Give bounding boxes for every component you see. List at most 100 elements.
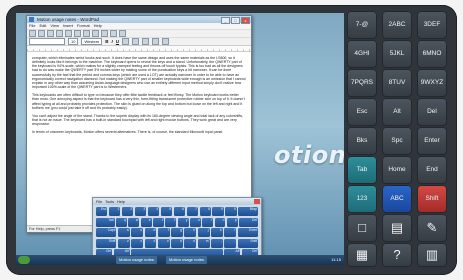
key-tab[interactable]: Tab: [347, 156, 377, 184]
align-right-icon[interactable]: [152, 38, 160, 45]
key-3def[interactable]: 3DEF: [417, 11, 447, 39]
menu-help[interactable]: Help: [94, 23, 102, 29]
maximize-button[interactable]: □: [231, 17, 240, 24]
osk-key[interactable]: s: [131, 228, 144, 237]
key-panel-icon[interactable]: ▥: [417, 243, 447, 267]
osk-key[interactable]: g: [171, 228, 183, 237]
menu-edit[interactable]: Edit: [39, 23, 46, 29]
key-pen-icon[interactable]: ✎: [417, 214, 447, 242]
paste-icon[interactable]: [101, 30, 108, 37]
osk-key[interactable]: y: [177, 217, 189, 227]
key-end[interactable]: End: [417, 156, 447, 184]
key-9wxyz[interactable]: 9WXYZ: [417, 69, 447, 97]
taskbar-item[interactable]: Motion usage notes: [166, 256, 207, 264]
copy-icon[interactable]: [92, 30, 99, 37]
key-123[interactable]: 123: [347, 185, 377, 213]
key-help-icon[interactable]: ?: [382, 243, 412, 267]
osk-key[interactable]: Bksp: [238, 207, 259, 216]
osk-key[interactable]: e: [140, 217, 152, 227]
osk-key[interactable]: h: [184, 228, 197, 237]
osk-key[interactable]: d: [144, 228, 157, 237]
menu-view[interactable]: View: [50, 23, 59, 29]
osk-key[interactable]: Enter: [237, 228, 259, 237]
osk-key[interactable]: x: [131, 238, 144, 248]
key-4ghi[interactable]: 4GHI: [347, 40, 377, 68]
osk-key[interactable]: p: [226, 217, 238, 227]
osk-menu-help[interactable]: Help: [117, 200, 125, 204]
align-center-icon[interactable]: [142, 38, 150, 45]
ruler[interactable]: [27, 45, 251, 52]
osk-key[interactable]: m: [197, 238, 210, 248]
font-size-select[interactable]: 10: [68, 38, 79, 45]
osk-key[interactable]: w: [128, 217, 140, 227]
osk-key[interactable]: Esc: [96, 207, 108, 216]
menu-file[interactable]: File: [29, 23, 35, 29]
osk-key[interactable]: z: [117, 238, 130, 248]
start-button[interactable]: [18, 256, 30, 264]
italic-button[interactable]: I: [112, 39, 113, 44]
osk-key[interactable]: r: [153, 217, 164, 227]
save-icon[interactable]: [47, 30, 54, 37]
osk-key[interactable]: 8: [199, 207, 211, 216]
osk-key[interactable]: 4: [147, 207, 160, 216]
key-home[interactable]: Home: [382, 156, 412, 184]
key-2abc[interactable]: 2ABC: [382, 11, 412, 39]
color-icon[interactable]: [122, 38, 130, 45]
minimize-button[interactable]: _: [221, 17, 230, 24]
osk-key[interactable]: a: [117, 228, 130, 237]
taskbar-item[interactable]: Motion usage notes: [116, 256, 157, 264]
osk-key[interactable]: j: [197, 228, 210, 237]
osk-close-icon[interactable]: [254, 199, 260, 204]
osk-key[interactable]: 5: [160, 207, 173, 216]
key-enter[interactable]: Enter: [417, 127, 447, 155]
osk-key[interactable]: i: [202, 217, 214, 227]
key-6mno[interactable]: 6MNO: [417, 40, 447, 68]
key-backspace[interactable]: Bks: [347, 127, 377, 155]
osk-key[interactable]: 3: [134, 207, 147, 216]
bullets-icon[interactable]: [162, 38, 170, 45]
undo-icon[interactable]: [110, 30, 117, 37]
osk-key[interactable]: q: [116, 217, 127, 227]
osk-key[interactable]: .: [224, 238, 237, 248]
font-select[interactable]: [29, 38, 65, 45]
osk-key[interactable]: 2: [121, 207, 134, 216]
key-keyboard-icon[interactable]: ▤: [382, 214, 412, 242]
osk-key[interactable]: ,: [211, 238, 223, 248]
key-grid-icon[interactable]: ▦: [347, 243, 377, 267]
osk-key[interactable]: 6: [173, 207, 186, 216]
osk-key[interactable]: Shift: [237, 238, 259, 248]
menu-format[interactable]: Format: [77, 23, 90, 29]
osk-key[interactable]: 1: [108, 207, 121, 216]
wordpad-titlebar[interactable]: Motion usage notes - WordPad _ □ x: [27, 16, 251, 24]
print-icon[interactable]: [56, 30, 63, 37]
osk-key[interactable]: b: [171, 238, 183, 248]
new-icon[interactable]: [29, 30, 36, 37]
osk-menu-file[interactable]: File: [96, 200, 102, 204]
key-shift[interactable]: Shift: [417, 185, 447, 213]
key-esc[interactable]: Esc: [347, 98, 377, 126]
bold-button[interactable]: B: [105, 39, 108, 44]
osk-key[interactable]: Del: [239, 217, 258, 227]
date-time-icon[interactable]: [119, 30, 126, 37]
cut-icon[interactable]: [83, 30, 90, 37]
key-space[interactable]: Spc: [382, 127, 412, 155]
key-8tuv[interactable]: 8TUV: [382, 69, 412, 97]
key-7pqrs[interactable]: 7PQRS: [347, 69, 377, 97]
key-abc[interactable]: ABC: [382, 185, 412, 213]
osk-key[interactable]: c: [144, 238, 157, 248]
osk-titlebar[interactable]: File Tools Help: [93, 198, 261, 205]
osk-menu-tools[interactable]: Tools: [105, 200, 114, 204]
osk-key[interactable]: o: [214, 217, 226, 227]
print-preview-icon[interactable]: [65, 30, 72, 37]
key-window-icon[interactable]: □: [347, 214, 377, 242]
osk-key[interactable]: t: [165, 217, 177, 227]
key-alt[interactable]: Alt: [382, 98, 412, 126]
osk-key[interactable]: Tab: [96, 217, 115, 227]
key-5jkl[interactable]: 5JKL: [382, 40, 412, 68]
osk-key[interactable]: f: [157, 228, 170, 237]
osk-key[interactable]: n: [184, 238, 197, 248]
underline-button[interactable]: U: [116, 39, 119, 44]
osk-key[interactable]: k: [211, 228, 223, 237]
osk-key[interactable]: v: [157, 238, 170, 248]
document-area[interactable]: computer, which eliminates weird hooks a…: [27, 52, 251, 143]
